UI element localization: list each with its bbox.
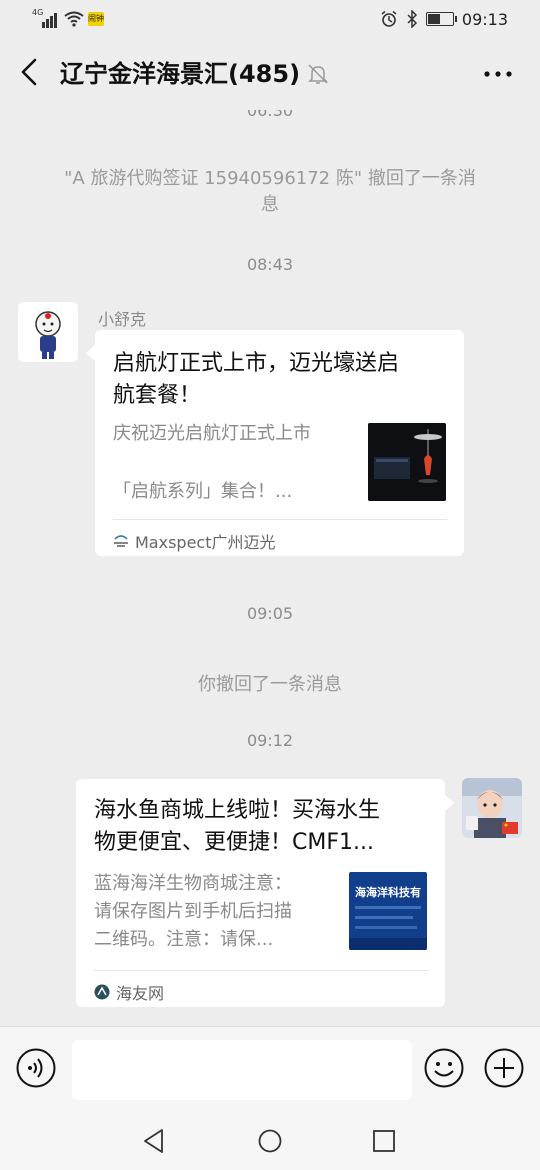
mute-bell-icon xyxy=(308,64,328,84)
haiyou-logo-icon xyxy=(94,984,110,1000)
card-description: 庆祝迈光启航灯正式上市 「启航系列」集合！... xyxy=(113,423,311,502)
card-source: 海友网 xyxy=(94,980,164,1004)
product-image xyxy=(368,423,446,501)
card-title: 启航灯正式上市，迈光壕送启 航套餐！ xyxy=(113,351,400,408)
timestamp: 09:12 xyxy=(246,731,294,750)
chat-title: 辽宁金洋海景汇(485) xyxy=(60,60,301,88)
recall-text-line2: 息 xyxy=(261,194,279,215)
card-description: 蓝海海洋生物商城注意： 请保存图片到手机后扫描 二维码。注意：请保... xyxy=(94,873,292,950)
message-input-bar xyxy=(0,1026,540,1113)
more-options-icon[interactable] xyxy=(482,62,514,86)
bubble-arrow xyxy=(445,795,454,811)
recall-notice-self: 你撤回了一条消息 xyxy=(198,674,342,695)
clock: 09:13 xyxy=(461,9,508,29)
battery-icon xyxy=(425,12,457,26)
timestamp: 09:05 xyxy=(246,604,294,623)
more-actions-plus-icon[interactable] xyxy=(484,1048,524,1088)
signal-icon: 4G xyxy=(32,8,60,28)
message-input[interactable] xyxy=(72,1040,412,1100)
system-navigation-bar xyxy=(0,1112,540,1170)
nav-back-icon[interactable] xyxy=(142,1128,166,1154)
card-source: Maxspect广州迈光 xyxy=(113,529,276,553)
child-photo-avatar xyxy=(462,778,522,838)
recall-notice: "A 旅游代购签证 15940596172 陈" 撤回了一条消 息 xyxy=(0,166,540,218)
my-avatar[interactable] xyxy=(462,778,522,838)
network-type: 4G xyxy=(32,8,44,17)
nav-recent-apps-icon[interactable] xyxy=(373,1130,395,1152)
avatar[interactable] xyxy=(18,302,78,362)
timestamp: 08:43 xyxy=(246,255,294,274)
card-divider xyxy=(94,970,428,971)
app-notification-icon: 闹钟 xyxy=(88,12,104,26)
card-thumbnail xyxy=(368,423,446,501)
bubble-arrow xyxy=(86,345,95,361)
sender-name: 小舒克 xyxy=(98,310,147,329)
card-title: 海水鱼商城上线啦！买海水生 物更便宜、更便捷！CMF1... xyxy=(94,798,381,855)
status-right: 09:13 xyxy=(380,8,508,30)
nav-home-icon[interactable] xyxy=(258,1129,282,1153)
cartoon-pilot-avatar xyxy=(18,302,78,362)
thumbnail-graphic xyxy=(349,906,427,950)
status-left: 4G 闹钟 xyxy=(32,8,104,30)
bluetooth-icon xyxy=(407,10,417,28)
chat-header: 辽宁金洋海景汇(485) xyxy=(0,38,540,110)
emoji-icon[interactable] xyxy=(424,1048,464,1088)
shared-link-card[interactable]: 海水鱼商城上线啦！买海水生 物更便宜、更便捷！CMF1... 蓝海海洋生物商城注… xyxy=(76,779,445,1007)
back-arrow-icon[interactable] xyxy=(14,56,46,88)
wifi-icon xyxy=(64,11,84,27)
shared-link-card[interactable]: 启航灯正式上市，迈光壕送启 航套餐！ 庆祝迈光启航灯正式上市 「启航系列」集合！… xyxy=(95,330,464,556)
alarm-icon xyxy=(381,10,397,27)
card-source-name: 海友网 xyxy=(116,984,165,1003)
card-source-name: Maxspect广州迈光 xyxy=(135,533,276,552)
recall-text-line1: "A 旅游代购签证 15940596172 陈" 撤回了一条消 xyxy=(64,168,476,189)
card-divider xyxy=(113,519,447,520)
card-thumbnail: 海海洋科技有 xyxy=(349,872,427,950)
voice-input-icon[interactable] xyxy=(16,1048,56,1088)
maxspect-logo-icon xyxy=(114,535,128,547)
status-bar: 4G 闹钟 09:13 xyxy=(0,0,540,38)
